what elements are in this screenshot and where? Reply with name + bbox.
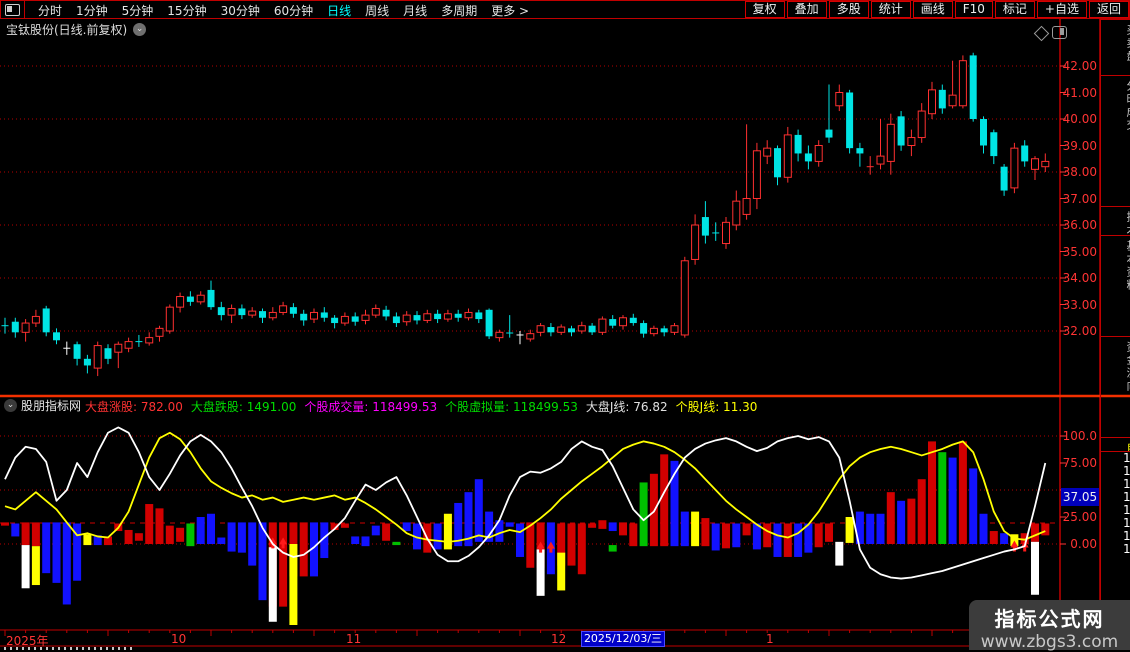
period-tab-10[interactable]: 更多 > xyxy=(491,4,529,18)
period-tab-1[interactable]: 1分钟 xyxy=(76,4,108,18)
sidebar-item-label: 分时成交 xyxy=(1125,80,1130,132)
toolbar-button-4[interactable]: 画线 xyxy=(912,1,953,18)
collapse-icon[interactable]: ⌄ xyxy=(4,398,17,412)
main-chart-region[interactable] xyxy=(0,28,1058,394)
sidebar-item-5[interactable]: 自选 xyxy=(1101,437,1130,451)
indicator-field-3: 个股虚拟量: 118499.53 xyxy=(445,399,578,414)
toolbar-button-1[interactable]: 叠加 xyxy=(786,1,827,18)
sidebar-item-3[interactable]: 基本资料 xyxy=(1101,235,1130,336)
selected-date-badge: 2025/12/03/三 xyxy=(581,631,665,647)
page-title: 宝钛股份(日线.前复权) xyxy=(6,23,128,37)
sidebar-item-label: 基本资料 xyxy=(1125,240,1130,292)
right-sidebar: 买卖盘分时成交技术分析基本资料资金流向自选11111111 xyxy=(1100,19,1130,647)
period-tab-2[interactable]: 5分钟 xyxy=(122,4,154,18)
toolbar-divider xyxy=(24,1,25,18)
toolbar-button-5[interactable]: F10 xyxy=(954,1,993,18)
toolbar-button-7[interactable]: +自选 xyxy=(1036,1,1087,18)
sidebar-item-label: 技术分析 xyxy=(1123,211,1130,235)
period-tab-8[interactable]: 月线 xyxy=(403,4,427,18)
sidebar-item-4[interactable]: 资金流向 xyxy=(1101,336,1130,437)
indicator-chart-region[interactable] xyxy=(0,412,1058,628)
watermark-url: www.zbgs3.com xyxy=(980,632,1119,652)
toolbar-button-6[interactable]: 标记 xyxy=(994,1,1035,18)
sidebar-item-1[interactable]: 分时成交 xyxy=(1101,75,1130,206)
indicator-values: 大盘涨股: 782.00 大盘跌股: 1491.00 个股成交量: 118499.5… xyxy=(85,396,765,415)
period-tab-6[interactable]: 日线 xyxy=(327,4,351,18)
toolbar-button-0[interactable]: 复权 xyxy=(744,1,785,18)
indicator-field-4: 大盘J线: 76.82 xyxy=(585,399,668,414)
indicator-site-label: 股朋指标网 xyxy=(21,398,82,413)
period-tabs: 分时 1分钟 5分钟 15分钟 30分钟 60分钟 日线 周线 月线 多周期 更多 > xyxy=(31,0,536,19)
sidebar-digit-column: 11111111 xyxy=(1101,451,1130,556)
period-tab-9[interactable]: 多周期 xyxy=(441,4,477,18)
watermark-title: 指标公式网 xyxy=(994,607,1105,631)
top-toolbar: 分时 1分钟 5分钟 15分钟 30分钟 60分钟 日线 周线 月线 多周期 更多 > 复权 叠加 多股… xyxy=(0,0,1130,19)
indicator-value-badge: 37.05 xyxy=(1061,488,1099,506)
toolbar-button-2[interactable]: 多股 xyxy=(828,1,869,18)
indicator-field-1: 大盘跌股: 1491.00 xyxy=(190,399,297,414)
sidebar-item-2[interactable]: 技术分析 xyxy=(1101,206,1130,235)
toolbar-buttons: 复权 叠加 多股 统计 画线 F10 标记 +自选 返回 xyxy=(743,1,1129,18)
chevron-down-icon[interactable]: ⌄ xyxy=(133,23,147,36)
watermark: 指标公式网 www.zbgs3.com xyxy=(969,600,1130,652)
sidebar-item-0[interactable]: 买卖盘 xyxy=(1101,19,1130,75)
period-tab-3[interactable]: 15分钟 xyxy=(167,4,206,18)
toolbar-button-8[interactable]: 返回 xyxy=(1088,1,1129,18)
indicator-field-2: 个股成交量: 118499.53 xyxy=(304,399,438,414)
layout-icon[interactable] xyxy=(5,3,20,16)
period-tab-4[interactable]: 30分钟 xyxy=(221,4,260,18)
app-window: 分时 1分钟 5分钟 15分钟 30分钟 60分钟 日线 周线 月线 多周期 更多 > 复权 叠加 多股… xyxy=(0,0,1130,652)
sidebar-item-label: 自选 xyxy=(1123,442,1130,451)
sidebar-digit: 1 xyxy=(1123,542,1130,556)
sidebar-item-label: 资金流向 xyxy=(1125,341,1130,393)
indicator-field-5: 个股J线: 11.30 xyxy=(675,399,758,414)
indicator-field-0: 大盘涨股: 782.00 xyxy=(85,399,183,414)
sidebar-item-label: 买卖盘 xyxy=(1125,24,1130,63)
period-tab-0[interactable]: 分时 xyxy=(38,4,62,18)
panel-layout-icon[interactable] xyxy=(1052,26,1067,39)
toolbar-button-3[interactable]: 统计 xyxy=(870,1,911,18)
chart-title-row: 宝钛股份(日线.前复权) ⌄ xyxy=(6,21,147,38)
period-tab-5[interactable]: 60分钟 xyxy=(274,4,313,18)
indicator-header: ⌄ 股朋指标网 大盘涨股: 782.00 大盘跌股: 1491.00 个股成交量: … xyxy=(4,396,765,415)
period-tab-7[interactable]: 周线 xyxy=(365,4,389,18)
